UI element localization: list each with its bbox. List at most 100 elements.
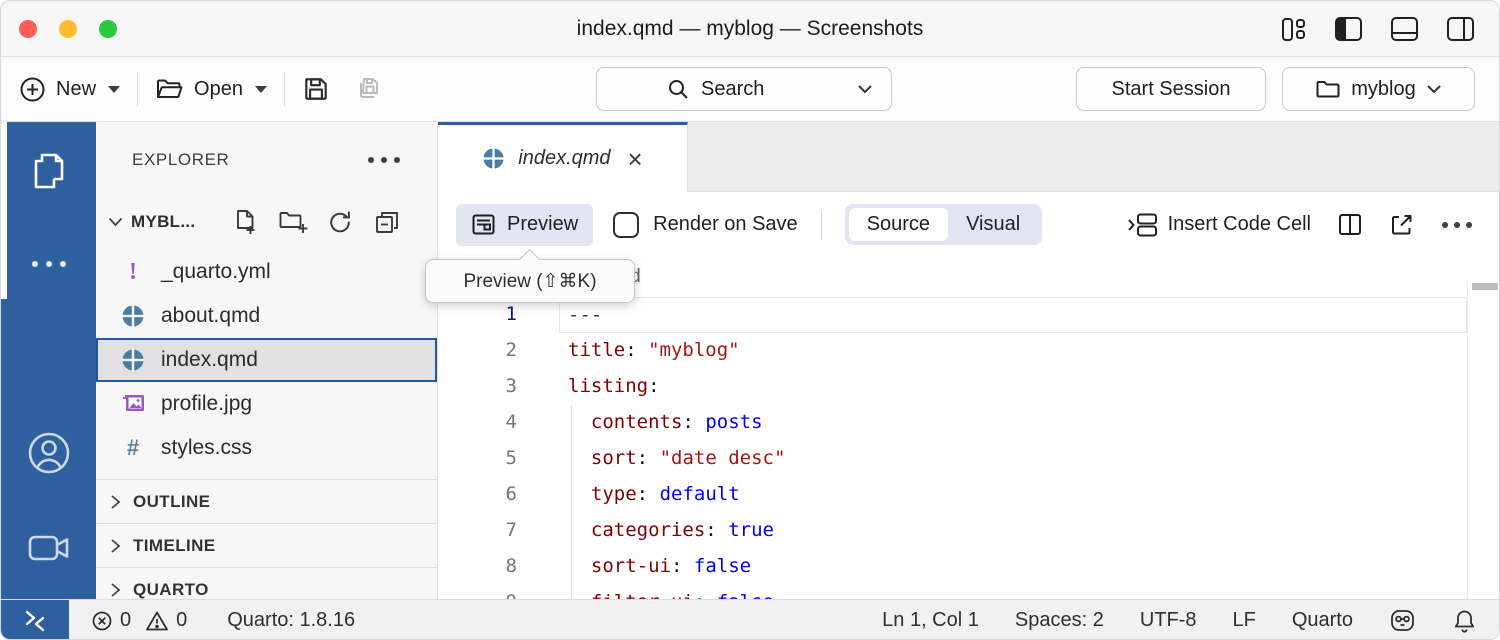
code-line-3[interactable]: 3listing: bbox=[438, 369, 1499, 405]
account-icon[interactable] bbox=[1, 430, 96, 476]
close-tab-icon[interactable]: × bbox=[628, 146, 643, 172]
chevron-down-icon bbox=[255, 86, 267, 93]
activity-overflow-icon[interactable] bbox=[1, 258, 96, 270]
file-row-_quarto.yml[interactable]: ! _quarto.yml bbox=[96, 250, 437, 294]
open-preview-external-icon[interactable] bbox=[1389, 212, 1415, 237]
feedback-smiley-icon[interactable] bbox=[1389, 607, 1416, 634]
open-button-label: Open bbox=[194, 78, 243, 101]
close-window-button[interactable] bbox=[19, 20, 37, 38]
chevron-right-icon bbox=[110, 494, 121, 510]
eol-status[interactable]: LF bbox=[1233, 609, 1256, 632]
toolbar-divider bbox=[137, 72, 138, 106]
toggle-secondary-sidebar-icon[interactable] bbox=[1446, 16, 1475, 42]
explorer-view-icon[interactable] bbox=[1, 147, 96, 193]
language-mode-status[interactable]: Quarto bbox=[1292, 609, 1353, 632]
status-bar: 0 0 Quarto: 1.8.16 Ln 1, Col 1 Spaces: 2… bbox=[1, 599, 1499, 640]
code-line-9[interactable]: 9 filter-ui: false bbox=[438, 585, 1499, 599]
new-button[interactable]: New bbox=[19, 76, 120, 103]
save-all-button[interactable] bbox=[354, 74, 384, 104]
search-input[interactable]: Search bbox=[596, 67, 892, 111]
code-line-6[interactable]: 6 type: default bbox=[438, 477, 1499, 513]
code-line-5[interactable]: 5 sort: "date desc" bbox=[438, 441, 1499, 477]
workspace-switcher-button[interactable]: myblog bbox=[1282, 67, 1475, 111]
remote-indicator[interactable] bbox=[1, 600, 69, 640]
code-line-2[interactable]: 2title: "myblog" bbox=[438, 333, 1499, 369]
file-row-index.qmd[interactable]: index.qmd bbox=[96, 338, 437, 382]
new-button-label: New bbox=[56, 78, 96, 101]
chevron-right-icon bbox=[110, 582, 121, 598]
collapse-all-icon[interactable] bbox=[373, 208, 401, 236]
zoom-window-button[interactable] bbox=[99, 20, 117, 38]
refresh-icon[interactable] bbox=[327, 209, 354, 236]
tab-index-qmd[interactable]: index.qmd × bbox=[438, 122, 688, 192]
toggle-primary-sidebar-icon[interactable] bbox=[1334, 16, 1363, 42]
save-button[interactable] bbox=[302, 75, 330, 103]
open-button[interactable]: Open bbox=[155, 77, 267, 102]
line-number: 5 bbox=[438, 441, 559, 477]
insert-code-cell-label: Insert Code Cell bbox=[1168, 213, 1311, 236]
quarto-file-icon bbox=[120, 303, 146, 329]
error-count: 0 bbox=[120, 609, 131, 632]
code-line-4[interactable]: 4 contents: posts bbox=[438, 405, 1499, 441]
explorer-more-actions-icon[interactable] bbox=[367, 156, 401, 164]
render-on-save-label: Render on Save bbox=[653, 213, 798, 236]
css-file-icon: # bbox=[120, 435, 146, 461]
file-row-about.qmd[interactable]: about.qmd bbox=[96, 294, 437, 338]
code-line-8[interactable]: 8 sort-ui: false bbox=[438, 549, 1499, 585]
toggle-panel-icon[interactable] bbox=[1390, 16, 1419, 42]
code-line-content: listing: bbox=[559, 369, 1467, 405]
render-on-save-checkbox[interactable] bbox=[613, 212, 639, 238]
editor-action-bar: Preview Render on Save Source Visual bbox=[438, 192, 1499, 257]
visual-mode-button[interactable]: Visual bbox=[948, 208, 1038, 241]
image-file-icon bbox=[120, 391, 146, 417]
insert-code-cell-button[interactable]: Insert Code Cell bbox=[1127, 212, 1311, 238]
sidebar-section-quarto[interactable]: QUARTO bbox=[96, 567, 437, 599]
code-line-7[interactable]: 7 categories: true bbox=[438, 513, 1499, 549]
cursor-position-status[interactable]: Ln 1, Col 1 bbox=[882, 609, 979, 632]
file-list: ! _quarto.yml about.qmd index.qmd profil… bbox=[96, 250, 437, 470]
new-file-icon[interactable] bbox=[233, 208, 259, 236]
indentation-status[interactable]: Spaces: 2 bbox=[1015, 609, 1104, 632]
preview-tooltip: Preview (⇧⌘K) bbox=[425, 259, 635, 303]
code-editor[interactable]: 1---2title: "myblog"3listing:4 contents:… bbox=[438, 297, 1499, 599]
customize-layout-icon[interactable] bbox=[1280, 16, 1307, 43]
indent-guide bbox=[571, 405, 572, 599]
plus-circle-icon bbox=[19, 76, 46, 103]
preview-button[interactable]: Preview bbox=[456, 204, 593, 246]
problems-errors[interactable]: 0 bbox=[91, 609, 131, 632]
top-action-bar: New Open bbox=[1, 57, 1499, 122]
open-folder-icon bbox=[155, 77, 184, 102]
workspace-tree-header[interactable]: MYBL... bbox=[96, 198, 437, 246]
yaml-file-icon: ! bbox=[120, 259, 146, 285]
quarto-version-status[interactable]: Quarto: 1.8.16 bbox=[227, 609, 355, 632]
start-session-button[interactable]: Start Session bbox=[1076, 67, 1266, 111]
file-row-profile.jpg[interactable]: profile.jpg bbox=[96, 382, 437, 426]
workspace-label: myblog bbox=[1351, 78, 1415, 101]
line-number: 7 bbox=[438, 513, 559, 549]
editor-scrollbar[interactable] bbox=[1467, 281, 1499, 599]
line-number: 6 bbox=[438, 477, 559, 513]
source-mode-button[interactable]: Source bbox=[849, 208, 948, 241]
window-title: index.qmd — myblog — Screenshots bbox=[1, 17, 1499, 41]
file-name: profile.jpg bbox=[161, 392, 252, 416]
file-name: _quarto.yml bbox=[161, 260, 271, 284]
sidebar-section-timeline[interactable]: TIMELINE bbox=[96, 523, 437, 567]
split-editor-icon[interactable] bbox=[1337, 212, 1363, 237]
file-row-styles.css[interactable]: # styles.css bbox=[96, 426, 437, 470]
editor-area: index.qmd × Preview Render on Save bbox=[438, 122, 1499, 599]
tab-label: index.qmd bbox=[518, 147, 610, 170]
notifications-bell-icon[interactable] bbox=[1452, 608, 1477, 634]
editor-more-actions-icon[interactable] bbox=[1441, 221, 1473, 229]
workspace-tree-label: MYBL... bbox=[131, 212, 195, 232]
code-line-content: categories: true bbox=[559, 513, 1467, 549]
search-icon bbox=[667, 78, 689, 100]
new-folder-icon[interactable] bbox=[278, 208, 308, 236]
sidebar-section-label: QUARTO bbox=[133, 580, 209, 600]
problems-warnings[interactable]: 0 bbox=[145, 609, 187, 632]
start-session-label: Start Session bbox=[1112, 78, 1231, 101]
camera-icon[interactable] bbox=[1, 532, 96, 564]
scrollbar-thumb[interactable] bbox=[1472, 283, 1498, 290]
encoding-status[interactable]: UTF-8 bbox=[1140, 609, 1197, 632]
minimize-window-button[interactable] bbox=[59, 20, 77, 38]
sidebar-section-outline[interactable]: OUTLINE bbox=[96, 479, 437, 523]
